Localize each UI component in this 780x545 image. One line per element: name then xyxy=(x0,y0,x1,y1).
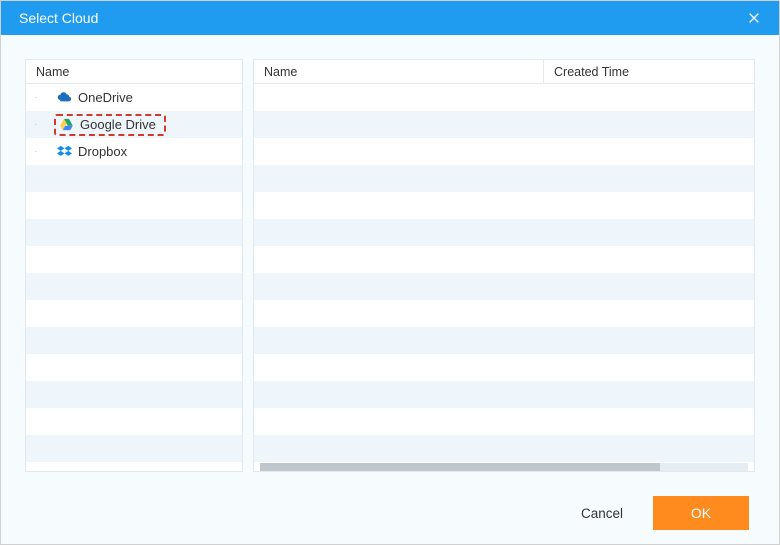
onedrive-icon xyxy=(56,90,72,106)
table-row xyxy=(26,435,242,462)
table-row xyxy=(26,165,242,192)
cloud-item-label: OneDrive xyxy=(78,90,133,105)
table-row xyxy=(254,381,754,408)
table-row xyxy=(254,192,754,219)
select-cloud-dialog: Select Cloud Name · OneDrive xyxy=(0,0,780,545)
table-row xyxy=(26,273,242,300)
cloud-item-label: Google Drive xyxy=(80,117,156,132)
table-row xyxy=(254,138,754,165)
table-row xyxy=(26,354,242,381)
table-row: · Dropbox xyxy=(26,138,242,165)
close-icon xyxy=(746,10,762,26)
cancel-button[interactable]: Cancel xyxy=(571,498,633,529)
column-header-label: Name xyxy=(264,65,297,79)
cloud-tree-rows: · OneDrive · xyxy=(26,84,242,471)
table-row xyxy=(254,300,754,327)
file-list-rows xyxy=(254,84,754,471)
cloud-item-google-drive[interactable]: Google Drive xyxy=(54,114,166,136)
table-row xyxy=(26,408,242,435)
cloud-item-onedrive[interactable]: OneDrive xyxy=(54,87,141,109)
titlebar: Select Cloud xyxy=(1,1,779,35)
tree-connector-icon: · xyxy=(34,122,40,128)
dialog-footer: Cancel OK xyxy=(1,482,779,544)
table-row xyxy=(26,327,242,354)
horizontal-scrollbar[interactable] xyxy=(260,463,748,471)
tree-connector-icon: · xyxy=(34,95,40,101)
file-list-pane: Name Created Time xyxy=(253,59,755,472)
scrollbar-thumb[interactable] xyxy=(260,463,660,471)
table-row xyxy=(26,246,242,273)
table-row xyxy=(26,381,242,408)
table-row xyxy=(254,273,754,300)
table-row xyxy=(26,219,242,246)
left-column-header[interactable]: Name xyxy=(26,60,242,84)
table-row xyxy=(26,192,242,219)
column-header-label: Created Time xyxy=(554,65,629,79)
cloud-item-dropbox[interactable]: Dropbox xyxy=(54,141,135,163)
table-row: · Google Drive xyxy=(26,111,242,138)
left-column-header-label: Name xyxy=(36,65,69,79)
column-header-created-time[interactable]: Created Time xyxy=(544,60,754,83)
table-row xyxy=(254,165,754,192)
table-row xyxy=(254,246,754,273)
table-row xyxy=(254,219,754,246)
cloud-tree-pane: Name · OneDrive · xyxy=(25,59,243,472)
close-button[interactable] xyxy=(739,3,769,33)
table-row xyxy=(26,300,242,327)
dialog-title: Select Cloud xyxy=(19,10,98,26)
google-drive-icon xyxy=(58,117,74,133)
table-row xyxy=(254,408,754,435)
column-header-name[interactable]: Name xyxy=(254,60,544,83)
right-column-header: Name Created Time xyxy=(254,60,754,84)
cloud-item-label: Dropbox xyxy=(78,144,127,159)
table-row xyxy=(254,327,754,354)
ok-button[interactable]: OK xyxy=(653,496,749,530)
tree-connector-icon: · xyxy=(34,149,40,155)
table-row xyxy=(254,84,754,111)
dialog-content: Name · OneDrive · xyxy=(1,35,779,482)
dropbox-icon xyxy=(56,144,72,160)
table-row xyxy=(254,354,754,381)
table-row xyxy=(254,435,754,462)
table-row xyxy=(254,111,754,138)
table-row: · OneDrive xyxy=(26,84,242,111)
